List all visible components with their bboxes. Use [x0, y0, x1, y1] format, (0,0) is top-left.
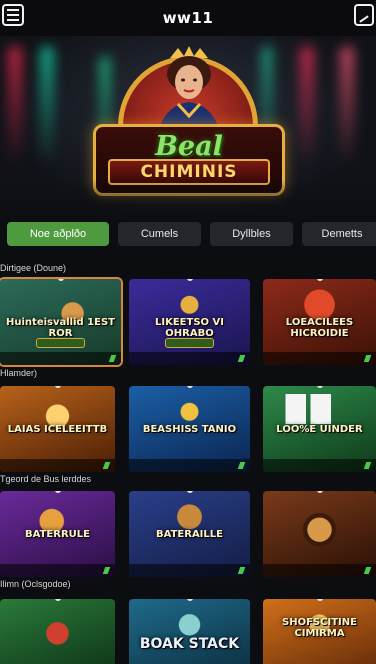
light-beam [40, 46, 54, 166]
brand-logo[interactable]: ww11 [163, 9, 214, 27]
game-title: BOAK STACK [139, 636, 240, 652]
game-card[interactable]: Huinteisvallid 1EST ROR [0, 277, 123, 367]
game-card[interactable]: LOEACILEES HICROIDIE [263, 279, 376, 365]
game-title: BEASHISS TANIO [142, 423, 237, 435]
game-card[interactable]: BOAK STACK [129, 599, 250, 664]
hero-banner[interactable]: Beal CHIMINIS [0, 36, 376, 219]
game-card[interactable] [0, 599, 115, 664]
game-row: BOAK STACK SHOFSCITINE CIMIRMA [0, 599, 376, 664]
game-card[interactable]: BEASHISS TANIO [129, 386, 250, 472]
game-card[interactable] [263, 491, 376, 577]
tab-new[interactable]: Noe aðplðo [7, 222, 109, 246]
game-thumbnail [129, 599, 250, 664]
game-title: Huinteisvallid 1EST ROR [6, 316, 115, 339]
hamburger-menu-icon[interactable] [2, 4, 24, 26]
light-beam [8, 46, 22, 166]
game-title: LIKEETSO VI OHRABO [155, 316, 224, 339]
game-row: BATERRULE BATERAILLE [0, 491, 376, 577]
game-card[interactable]: BATERAILLE [129, 491, 250, 577]
game-thumbnail [0, 599, 115, 664]
tab-dyllbles[interactable]: Dyllbles [210, 222, 293, 246]
section-label: Ilimn (Oclsgodoe) [0, 579, 71, 589]
game-title: BATERRULE [25, 528, 90, 540]
game-card[interactable]: BATERRULE [0, 491, 115, 577]
hero-logo-line1: Beal [155, 131, 223, 162]
game-card[interactable]: LAIAS ICELEEITTB [0, 386, 115, 472]
game-title: BATERAILLE [156, 528, 223, 540]
game-row: Huinteisvallid 1EST ROR LIKEETSO VI OHRA… [0, 277, 376, 367]
section-label: Hlamder) [0, 368, 38, 378]
game-row: LAIAS ICELEEITTB BEASHISS TANIO LOO%E UI… [0, 386, 376, 472]
light-beam [340, 46, 354, 166]
edit-icon[interactable] [354, 4, 374, 26]
game-title: LAIAS ICELEEITTB [7, 423, 108, 435]
tab-demetts[interactable]: Demetts [302, 222, 376, 246]
game-card[interactable]: SHOFSCITINE CIMIRMA [263, 599, 376, 664]
game-title: SHOFSCITINE CIMIRMA [282, 617, 357, 639]
light-beam [300, 46, 314, 166]
tab-cumels[interactable]: Cumels [118, 222, 201, 246]
top-bar: ww11 [0, 0, 376, 36]
section-label: Tgeord de Bus lerddes [0, 474, 92, 484]
game-title: LOO%E UINDER [276, 423, 363, 435]
game-title: LOEACILEES HICROIDIE [285, 316, 354, 339]
game-card[interactable]: LOO%E UINDER [263, 386, 376, 472]
category-tabs: Noe aðplðo Cumels Dyllbles Demetts [0, 222, 376, 246]
game-card[interactable]: LIKEETSO VI OHRABO [129, 279, 250, 365]
section-label: Dirtigee (Doune) [0, 263, 67, 273]
